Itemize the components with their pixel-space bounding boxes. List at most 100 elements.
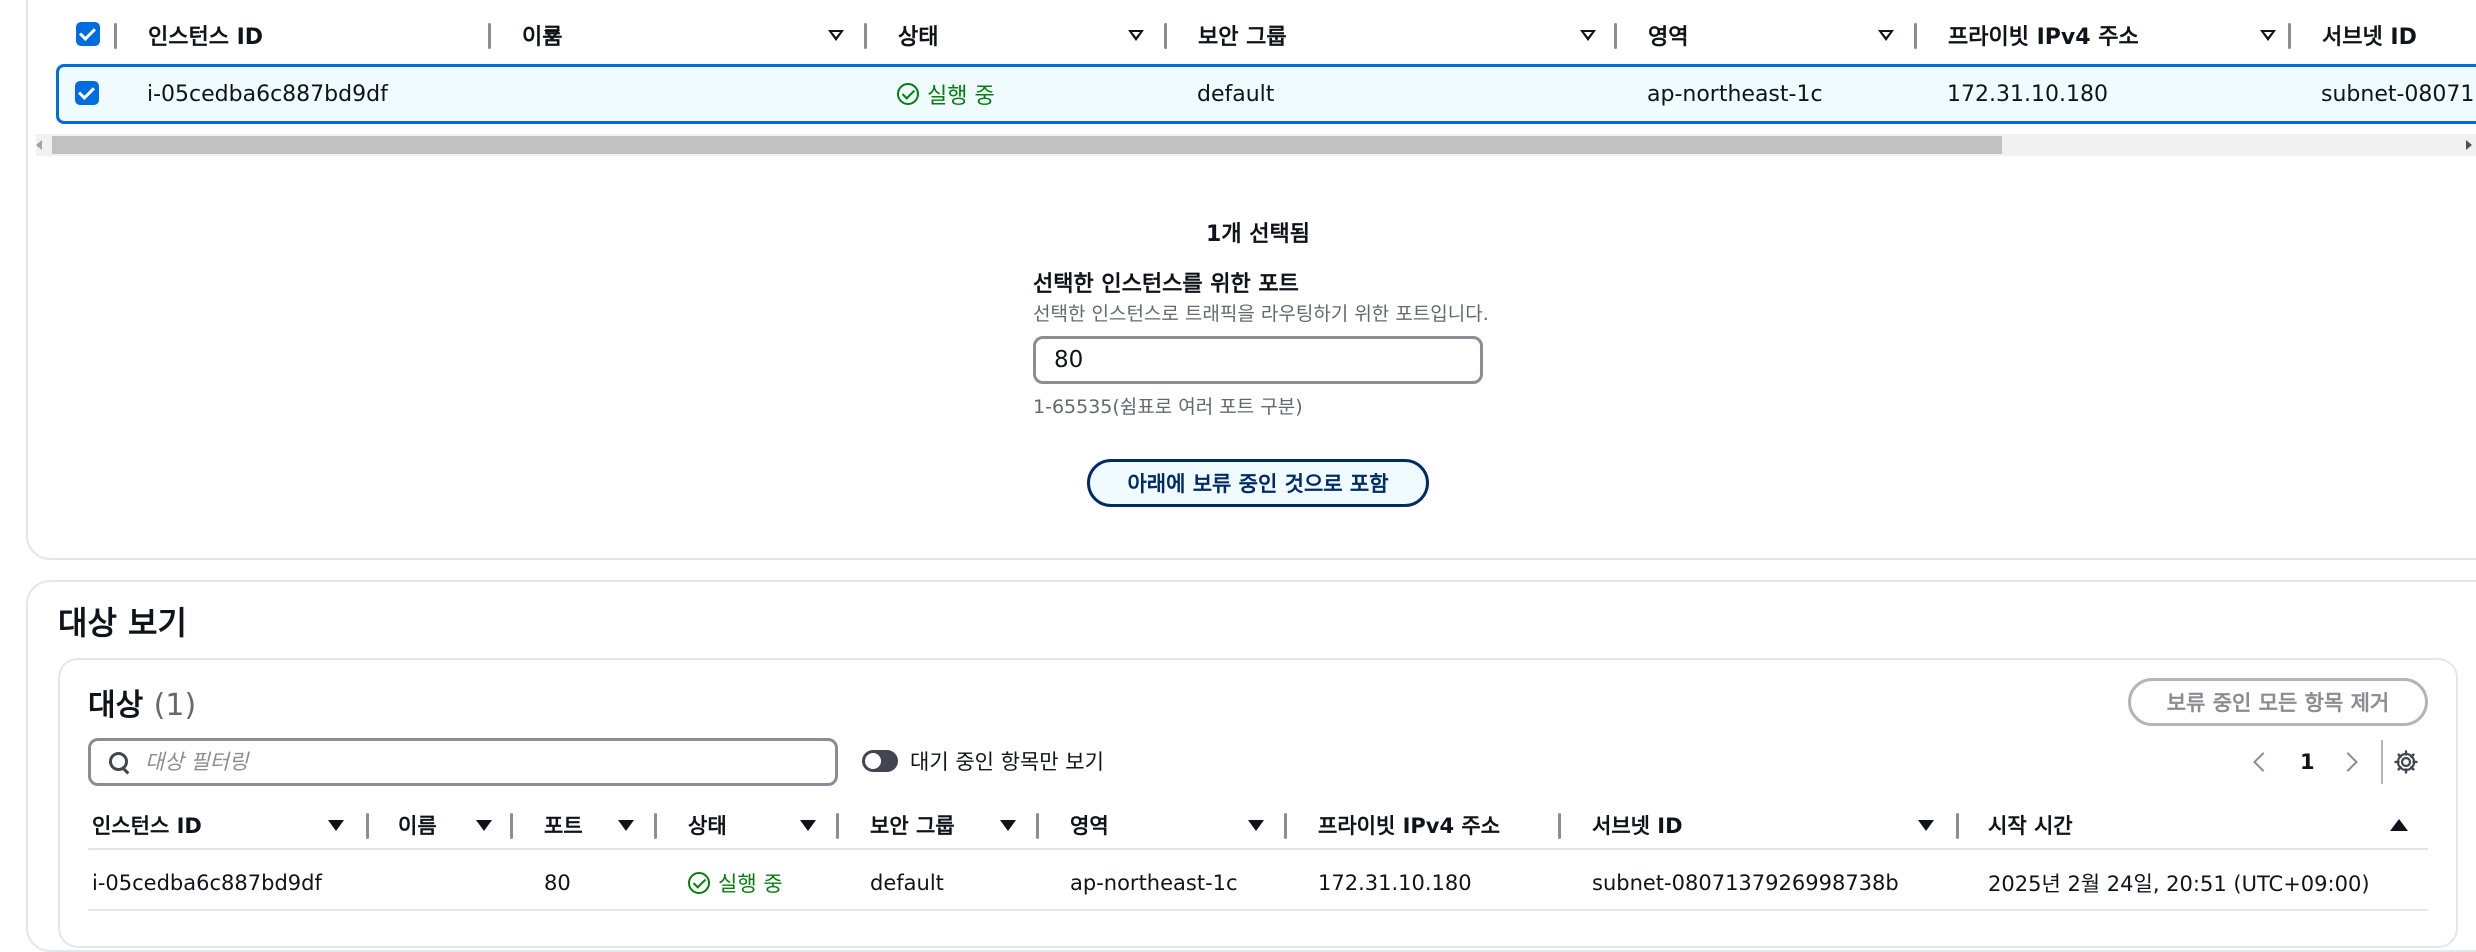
cell-instance-id: i-05cedba6c887bd9df [92, 871, 322, 895]
col-label: 상태 [688, 814, 727, 838]
col-label: 인스턴스 ID [92, 814, 202, 838]
pending-only-toggle[interactable] [862, 750, 898, 772]
cell-security-group: default [1197, 81, 1275, 107]
column-separator[interactable] [488, 23, 491, 49]
cell-subnet-id: subnet-0807137 [2321, 81, 2476, 107]
sort-caret-icon[interactable] [618, 820, 634, 831]
instances-table-header: 인스턴스 ID 이름 상태 보안 그룹 영역 프라이빗 IPv4 주소 서브넷 … [56, 10, 2476, 60]
review-targets-title: 대상 보기 [58, 604, 187, 642]
col-status[interactable]: 상태 [898, 10, 1198, 60]
row-checkbox[interactable] [75, 81, 99, 105]
sort-caret-icon[interactable] [1878, 30, 1894, 41]
gear-icon[interactable] [2394, 750, 2418, 774]
col-label: 상태 [898, 25, 939, 50]
chevron-left-icon[interactable] [2253, 752, 2273, 772]
column-separator[interactable] [366, 813, 369, 839]
targets-filter-input[interactable] [145, 750, 785, 774]
column-separator[interactable] [836, 813, 839, 839]
scroll-left-icon[interactable] [36, 140, 42, 150]
column-separator[interactable] [2288, 23, 2291, 49]
cell-subnet-id: subnet-0807137926998738b [1592, 871, 1899, 895]
col-security-group[interactable]: 보안 그룹 [1198, 10, 1648, 60]
col-subnet-id[interactable]: 서브넷 ID [1592, 800, 1683, 850]
col-private-ip[interactable]: 프라이빗 IPv4 주소 [1948, 10, 2328, 60]
remove-all-pending-button[interactable]: 보류 중인 모든 항목 제거 [2128, 678, 2428, 726]
col-name[interactable]: 이름 [522, 10, 902, 60]
column-separator[interactable] [1614, 23, 1617, 49]
pagination: 1 [2250, 740, 2383, 784]
include-as-pending-button[interactable]: 아래에 보류 중인 것으로 포함 [1087, 459, 1429, 507]
col-subnet-id[interactable]: 서브넷 ID [2322, 10, 2476, 60]
col-label: 프라이빗 IPv4 주소 [1948, 25, 2139, 50]
targets-filter-field[interactable] [88, 738, 838, 786]
col-label: 보안 그룹 [870, 814, 955, 838]
scroll-right-icon[interactable] [2466, 140, 2472, 150]
chevron-right-icon[interactable] [2337, 752, 2358, 772]
cell-launch-time: 2025년 2월 24일, 20:51 (UTC+09:00) [1988, 872, 2370, 896]
col-port[interactable]: 포트 [544, 800, 583, 850]
col-label: 서브넷 ID [1592, 814, 1683, 838]
col-label: 프라이빗 IPv4 주소 [1318, 814, 1501, 838]
cell-private-ip: 172.31.10.180 [1318, 871, 1472, 895]
sort-caret-icon[interactable] [2260, 30, 2276, 41]
col-instance-id[interactable]: 인스턴스 ID [92, 800, 202, 850]
sort-caret-icon[interactable] [1580, 30, 1596, 41]
cell-private-ip: 172.31.10.180 [1947, 81, 2108, 107]
col-label: 시작 시간 [1988, 814, 2073, 838]
col-instance-id[interactable]: 인스턴스 ID [148, 10, 560, 60]
port-input[interactable]: 80 [1033, 336, 1483, 384]
column-separator[interactable] [1036, 813, 1039, 839]
port-description: 선택한 인스턴스로 트래픽을 라우팅하기 위한 포트입니다. [1033, 303, 1489, 325]
table-row-selected[interactable]: i-05cedba6c887bd9df 실행 중 default ap-nort… [56, 64, 2476, 124]
pager-divider [2380, 740, 2383, 784]
search-icon [109, 752, 129, 772]
port-form-field: 선택한 인스턴스를 위한 포트 선택한 인스턴스로 트래픽을 라우팅하기 위한 … [1033, 270, 1493, 419]
sort-caret-icon[interactable] [328, 820, 344, 831]
sort-ascending-icon[interactable] [2390, 819, 2408, 831]
cell-status: 실행 중 [897, 67, 995, 121]
table-row[interactable]: i-05cedba6c887bd9df 80 실행 중 default ap-n… [88, 855, 2428, 911]
sort-caret-icon[interactable] [800, 820, 816, 831]
cell-security-group: default [870, 871, 944, 895]
column-separator[interactable] [510, 813, 513, 839]
column-separator[interactable] [1284, 813, 1287, 839]
cell-zone: ap-northeast-1c [1647, 81, 1823, 107]
column-separator[interactable] [1956, 813, 1959, 839]
col-zone[interactable]: 영역 [1070, 800, 1109, 850]
col-label: 이름 [522, 25, 563, 50]
status-text: 실행 중 [927, 84, 995, 109]
sort-caret-icon[interactable] [1000, 820, 1016, 831]
sort-caret-icon[interactable] [1248, 820, 1264, 831]
sort-caret-icon[interactable] [476, 820, 492, 831]
pending-only-label: 대기 중인 항목만 보기 [910, 750, 1104, 774]
current-page[interactable]: 1 [2300, 750, 2315, 774]
scrollbar-thumb[interactable] [52, 136, 2002, 154]
cell-port: 80 [544, 871, 571, 895]
col-label: 이름 [398, 814, 437, 838]
col-zone[interactable]: 영역 [1648, 10, 1948, 60]
sort-caret-icon[interactable] [1128, 30, 1144, 41]
cell-zone: ap-northeast-1c [1070, 871, 1238, 895]
check-circle-icon [688, 872, 710, 894]
targets-count: (1) [153, 688, 197, 723]
col-status[interactable]: 상태 [688, 800, 727, 850]
col-launch-time[interactable]: 시작 시간 [1988, 800, 2073, 850]
port-label: 선택한 인스턴스를 위한 포트 [1033, 272, 1299, 297]
column-separator[interactable] [864, 23, 867, 49]
col-label: 영역 [1070, 814, 1109, 838]
selected-count: 1개 선택됨 [1206, 222, 1310, 247]
column-separator[interactable] [1164, 23, 1167, 49]
sort-caret-icon[interactable] [1918, 820, 1934, 831]
targets-heading: 대상 (1) [88, 680, 196, 724]
horizontal-scrollbar[interactable] [36, 134, 2476, 156]
col-security-group[interactable]: 보안 그룹 [870, 800, 955, 850]
col-private-ip[interactable]: 프라이빗 IPv4 주소 [1318, 800, 1500, 850]
column-separator[interactable] [1558, 813, 1561, 839]
column-separator[interactable] [1914, 23, 1917, 49]
column-separator [114, 23, 117, 49]
col-name[interactable]: 이름 [398, 800, 437, 850]
col-label: 인스턴스 ID [148, 25, 264, 50]
column-separator[interactable] [654, 813, 657, 839]
sort-caret-icon[interactable] [828, 30, 844, 41]
col-label: 서브넷 ID [2322, 25, 2417, 50]
